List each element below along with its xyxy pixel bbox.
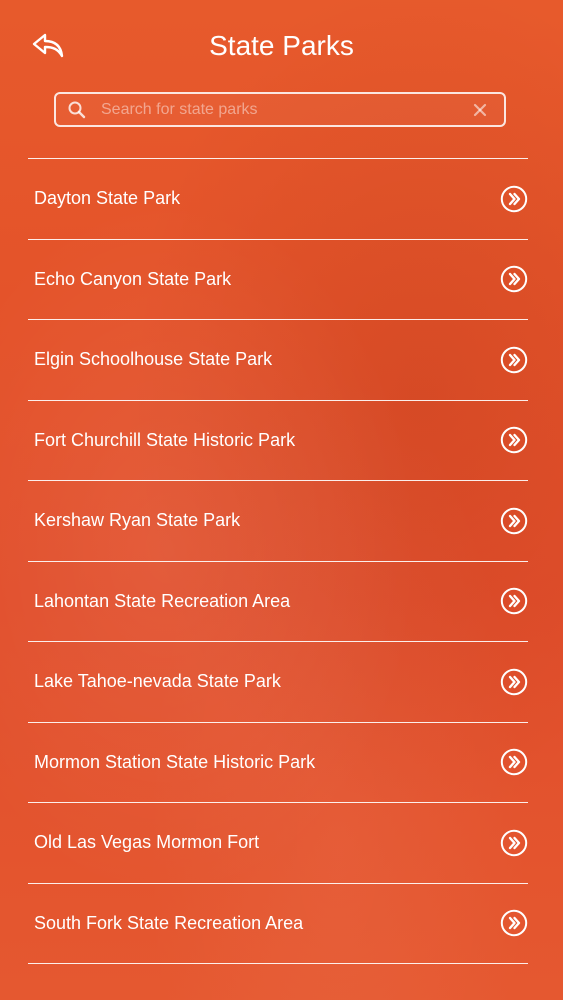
park-item[interactable]: Dayton State Park [28, 159, 528, 240]
double-chevron-right-icon[interactable] [500, 507, 528, 535]
double-chevron-right-icon[interactable] [500, 829, 528, 857]
page-title: State Parks [209, 30, 354, 61]
park-item[interactable]: Kershaw Ryan State Park [28, 481, 528, 562]
double-chevron-right-icon[interactable] [500, 346, 528, 374]
list-item-label: Old Las Vegas Mormon Fort [34, 832, 260, 853]
double-chevron-right-icon[interactable] [500, 587, 528, 615]
search-input[interactable] [101, 95, 468, 124]
list-item-label: Echo Canyon State Park [34, 268, 232, 289]
close-icon [473, 103, 487, 116]
list-item-label: South Fork State Recreation Area [34, 912, 304, 933]
park-item[interactable]: Old Las Vegas Mormon Fort [28, 803, 528, 884]
double-chevron-right-icon[interactable] [500, 668, 528, 696]
app-screen: State Parks Dayton State Park Echo Canyo… [0, 0, 563, 1000]
header-bar: State Parks [0, 0, 563, 90]
double-chevron-right-icon[interactable] [500, 185, 528, 213]
double-chevron-right-icon[interactable] [500, 426, 528, 454]
park-item[interactable]: South Fork State Recreation Area [28, 884, 528, 964]
list-item-label: Mormon Station State Historic Park [34, 751, 316, 772]
park-list: Dayton State Park Echo Canyon State Park… [28, 158, 528, 964]
park-item[interactable]: Lahontan State Recreation Area [28, 562, 528, 642]
list-item-label: Lake Tahoe-nevada State Park [34, 671, 281, 692]
list-item-label: Dayton State Park [34, 188, 181, 209]
list-item-label: Elgin Schoolhouse State Park [34, 349, 273, 370]
double-chevron-right-icon[interactable] [500, 909, 528, 937]
park-item[interactable]: Fort Churchill State Historic Park [28, 401, 528, 481]
double-chevron-right-icon[interactable] [500, 748, 528, 776]
park-item[interactable]: Elgin Schoolhouse State Park [28, 320, 528, 401]
park-item[interactable]: Mormon Station State Historic Park [28, 723, 528, 803]
search-bar [54, 92, 506, 127]
park-item[interactable]: Echo Canyon State Park [28, 240, 528, 320]
clear-search-button[interactable] [468, 98, 492, 122]
magnifier-icon [68, 101, 86, 118]
park-item[interactable]: Lake Tahoe-nevada State Park [28, 642, 528, 723]
list-item-label: Kershaw Ryan State Park [34, 510, 241, 531]
list-item-label: Lahontan State Recreation Area [34, 590, 291, 611]
double-chevron-right-icon[interactable] [500, 265, 528, 293]
list-item-label: Fort Churchill State Historic Park [34, 429, 296, 450]
